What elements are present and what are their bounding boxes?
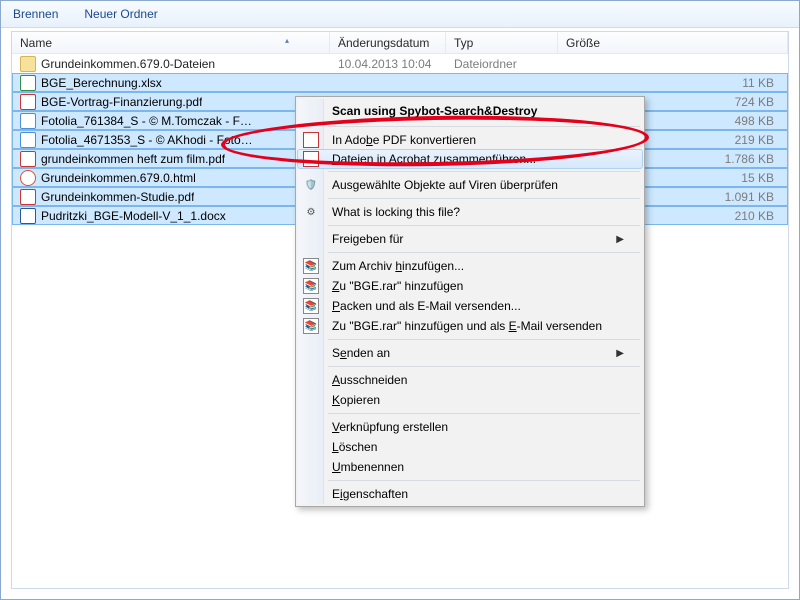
doc-icon: [20, 208, 36, 224]
ctx-separator: [328, 171, 640, 172]
pdf-icon: [20, 189, 36, 205]
ctx-separator: [328, 339, 640, 340]
toolbar-new-folder[interactable]: Neuer Ordner: [84, 7, 157, 21]
ctx-send-to-label: Senden an: [332, 346, 390, 360]
img-icon: [20, 113, 36, 129]
toolbar-burn[interactable]: Brennen: [13, 7, 58, 21]
shield-icon: 🛡️: [303, 177, 319, 193]
ctx-separator: [328, 366, 640, 367]
archive-icon: 📚: [303, 298, 319, 314]
ctx-rename-label: Umbenennen: [332, 460, 404, 474]
column-header-type[interactable]: Typ: [446, 32, 558, 53]
ctx-cut[interactable]: Ausschneiden: [298, 370, 642, 390]
ctx-rename[interactable]: Umbenennen: [298, 457, 642, 477]
ctx-add-to-bge-rar-label: Zu "BGE.rar" hinzufügen: [332, 279, 463, 293]
folder-icon: [20, 56, 36, 72]
toolbar: Brennen Neuer Ordner: [1, 1, 799, 28]
file-name: Fotolia_4671353_S - © AKhodi - Foto…: [41, 133, 253, 147]
file-date: 10.04.2013 10:04: [330, 57, 446, 71]
table-row[interactable]: BGE_Berechnung.xlsx 11 KB: [12, 73, 788, 92]
submenu-arrow-icon: ▶: [616, 348, 624, 359]
pdf-icon: [303, 151, 319, 167]
table-row[interactable]: Grundeinkommen.679.0-Dateien 10.04.2013 1…: [12, 54, 788, 73]
ctx-create-shortcut-label: Verknüpfung erstellen: [332, 420, 448, 434]
archive-icon: 📚: [303, 318, 319, 334]
ctx-cut-label: Ausschneiden: [332, 373, 407, 387]
ctx-what-is-locking-label: What is locking this file?: [332, 205, 460, 219]
ctx-adobe-convert-label: In Adobe PDF konvertieren: [332, 133, 476, 147]
ctx-separator: [328, 126, 640, 127]
ctx-rar-and-email[interactable]: 📚 Zu "BGE.rar" hinzufügen und als E-Mail…: [298, 316, 642, 336]
ctx-share-for[interactable]: Freigeben für ▶: [298, 229, 642, 249]
archive-icon: 📚: [303, 278, 319, 294]
context-menu: Scan using Spybot-Search&Destroy In Adob…: [295, 96, 645, 507]
column-header-row: Name Änderungsdatum Typ Größe: [12, 32, 788, 54]
pdf-icon: [20, 94, 36, 110]
ctx-pack-and-email-label: Packen und als E-Mail versenden...: [332, 299, 521, 313]
ctx-acrobat-combine-label: Dateien in Acrobat zusammenführen...: [332, 152, 536, 166]
ctx-delete[interactable]: Löschen: [298, 437, 642, 457]
file-name: BGE-Vortrag-Finanzierung.pdf: [41, 95, 202, 109]
column-header-date[interactable]: Änderungsdatum: [330, 32, 446, 53]
file-type: Dateiordner: [446, 57, 558, 71]
pdf-icon: [20, 151, 36, 167]
ctx-separator: [328, 252, 640, 253]
ctx-create-shortcut[interactable]: Verknüpfung erstellen: [298, 417, 642, 437]
ctx-spybot-scan[interactable]: Scan using Spybot-Search&Destroy: [298, 99, 642, 123]
file-name: Grundeinkommen.679.0-Dateien: [41, 57, 215, 71]
column-header-name[interactable]: Name: [12, 32, 330, 53]
submenu-arrow-icon: ▶: [616, 234, 624, 245]
file-name: Grundeinkommen-Studie.pdf: [41, 190, 194, 204]
ctx-properties-label: Eigenschaften: [332, 487, 408, 501]
ctx-add-to-archive-label: Zum Archiv hinzufügen...: [332, 259, 464, 273]
ctx-separator: [328, 413, 640, 414]
xls-icon: [20, 75, 36, 91]
img-icon: [20, 132, 36, 148]
file-size: 11 KB: [558, 76, 788, 90]
file-name: Fotolia_761384_S - © M.Tomczak - F…: [41, 114, 252, 128]
ctx-delete-label: Löschen: [332, 440, 377, 454]
ctx-share-for-label: Freigeben für: [332, 232, 403, 246]
archive-icon: 📚: [303, 258, 319, 274]
file-name: BGE_Berechnung.xlsx: [41, 76, 162, 90]
ctx-copy[interactable]: Kopieren: [298, 390, 642, 410]
ctx-send-to[interactable]: Senden an ▶: [298, 343, 642, 363]
ctx-add-to-bge-rar[interactable]: 📚 Zu "BGE.rar" hinzufügen: [298, 276, 642, 296]
ctx-adobe-convert[interactable]: In Adobe PDF konvertieren: [298, 130, 642, 150]
ctx-rar-and-email-label: Zu "BGE.rar" hinzufügen und als E-Mail v…: [332, 319, 602, 333]
ctx-pack-and-email[interactable]: 📚 Packen und als E-Mail versenden...: [298, 296, 642, 316]
explorer-window: Brennen Neuer Ordner Name Änderungsdatum…: [0, 0, 800, 600]
ctx-copy-label: Kopieren: [332, 393, 380, 407]
gear-icon: ⚙: [303, 204, 319, 220]
ctx-what-is-locking[interactable]: ⚙ What is locking this file?: [298, 202, 642, 222]
file-name: grundeinkommen heft zum film.pdf: [41, 152, 225, 166]
ctx-separator: [328, 198, 640, 199]
ctx-separator: [328, 480, 640, 481]
column-header-size[interactable]: Größe: [558, 32, 788, 53]
ctx-spybot-scan-label: Scan using Spybot-Search&Destroy: [332, 104, 537, 118]
ctx-virus-check-label: Ausgewählte Objekte auf Viren überprüfen: [332, 178, 558, 192]
html-icon: [20, 170, 36, 186]
ctx-acrobat-combine[interactable]: Dateien in Acrobat zusammenführen...: [297, 149, 643, 169]
pdf-icon: [303, 132, 319, 148]
ctx-add-to-archive[interactable]: 📚 Zum Archiv hinzufügen...: [298, 256, 642, 276]
file-name: Pudritzki_BGE-Modell-V_1_1.docx: [41, 209, 226, 223]
ctx-separator: [328, 225, 640, 226]
ctx-virus-check[interactable]: 🛡️ Ausgewählte Objekte auf Viren überprü…: [298, 175, 642, 195]
ctx-properties[interactable]: Eigenschaften: [298, 484, 642, 504]
file-name: Grundeinkommen.679.0.html: [41, 171, 196, 185]
